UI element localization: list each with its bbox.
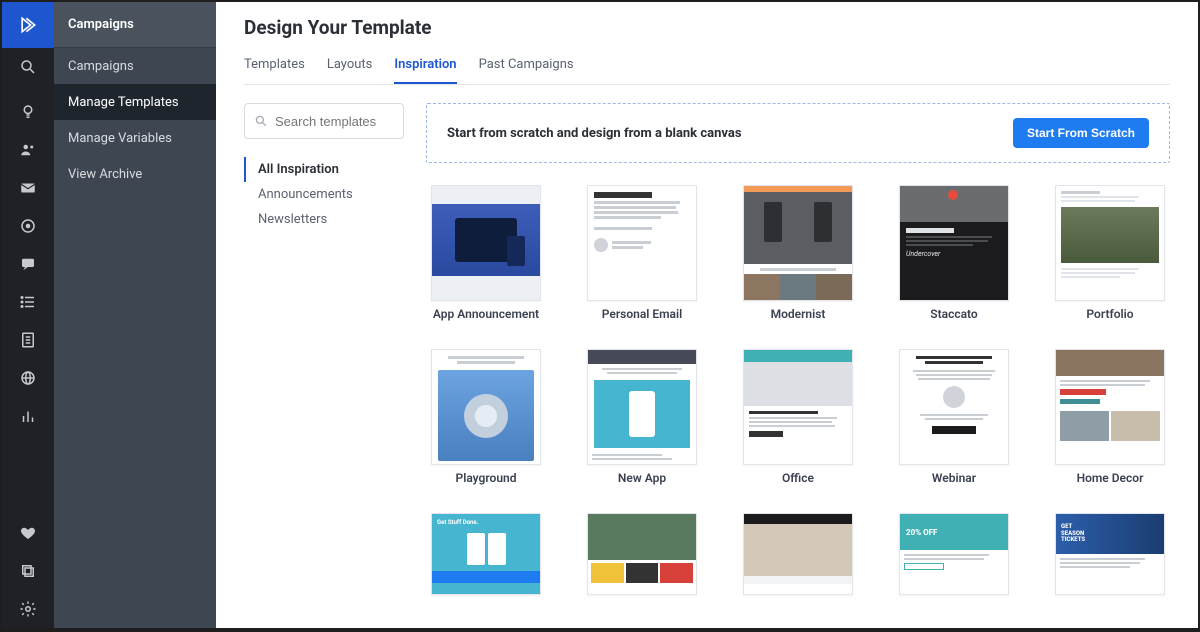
template-name: Webinar — [932, 471, 976, 485]
reports-icon[interactable] — [2, 397, 54, 435]
list-icon[interactable] — [2, 283, 54, 321]
filter-announcements[interactable]: Announcements — [246, 182, 404, 207]
heart-icon[interactable] — [2, 514, 54, 552]
tab-layouts[interactable]: Layouts — [327, 57, 373, 84]
search-icon[interactable] — [2, 48, 54, 86]
template-card[interactable]: Office — [738, 349, 858, 485]
template-name: Home Decor — [1077, 471, 1144, 485]
lightbulb-icon[interactable] — [2, 93, 54, 131]
template-card[interactable]: 20% OFF — [894, 513, 1014, 595]
template-name: New App — [618, 471, 666, 485]
template-card[interactable]: Playground — [426, 349, 546, 485]
subnav-item-campaigns[interactable]: Campaigns — [54, 48, 216, 84]
subnav-item-manage-templates[interactable]: Manage Templates — [54, 84, 216, 120]
copy-icon[interactable] — [2, 552, 54, 590]
tab-past-campaigns[interactable]: Past Campaigns — [479, 57, 574, 84]
filter-all-inspiration[interactable]: All Inspiration — [244, 157, 404, 182]
template-card[interactable]: Portfolio — [1050, 185, 1170, 321]
tab-templates[interactable]: Templates — [244, 57, 305, 84]
scratch-text: Start from scratch and design from a bla… — [447, 126, 742, 141]
template-name: Modernist — [771, 307, 826, 321]
globe-icon[interactable] — [2, 359, 54, 397]
start-from-scratch-button[interactable]: Start From Scratch — [1013, 118, 1149, 148]
subnav-item-manage-variables[interactable]: Manage Variables — [54, 120, 216, 156]
subnav-item-view-archive[interactable]: View Archive — [54, 156, 216, 192]
template-card[interactable] — [582, 513, 702, 595]
template-name: Portfolio — [1086, 307, 1133, 321]
document-icon[interactable] — [2, 321, 54, 359]
template-name: Office — [782, 471, 814, 485]
template-card[interactable]: Webinar — [894, 349, 1014, 485]
template-name: Staccato — [930, 307, 977, 321]
template-name: App Announcement — [433, 307, 539, 321]
template-card[interactable] — [738, 513, 858, 595]
template-card[interactable]: Modernist — [738, 185, 858, 321]
search-icon — [254, 114, 268, 128]
template-card[interactable]: Get Stuff Done. — [426, 513, 546, 595]
app-logo[interactable] — [2, 2, 54, 48]
template-name: Personal Email — [602, 307, 682, 321]
template-card[interactable]: New App — [582, 349, 702, 485]
settings-icon[interactable] — [2, 590, 54, 628]
contacts-icon[interactable] — [2, 131, 54, 169]
template-card[interactable]: UndercoverStaccato — [894, 185, 1014, 321]
automation-icon[interactable] — [2, 207, 54, 245]
template-card[interactable]: Personal Email — [582, 185, 702, 321]
subnav-title: Campaigns — [54, 2, 216, 48]
scratch-banner: Start from scratch and design from a bla… — [426, 103, 1170, 163]
mail-icon[interactable] — [2, 169, 54, 207]
template-card[interactable]: GETSEASONTICKETS — [1050, 513, 1170, 595]
tab-inspiration[interactable]: Inspiration — [394, 57, 456, 84]
page-title: Design Your Template — [244, 16, 1170, 39]
template-card[interactable]: App Announcement — [426, 185, 546, 321]
search-input[interactable] — [244, 103, 404, 139]
filter-newsletters[interactable]: Newsletters — [246, 207, 404, 232]
template-card[interactable]: Home Decor — [1050, 349, 1170, 485]
chat-icon[interactable] — [2, 245, 54, 283]
template-name: Playground — [456, 471, 517, 485]
